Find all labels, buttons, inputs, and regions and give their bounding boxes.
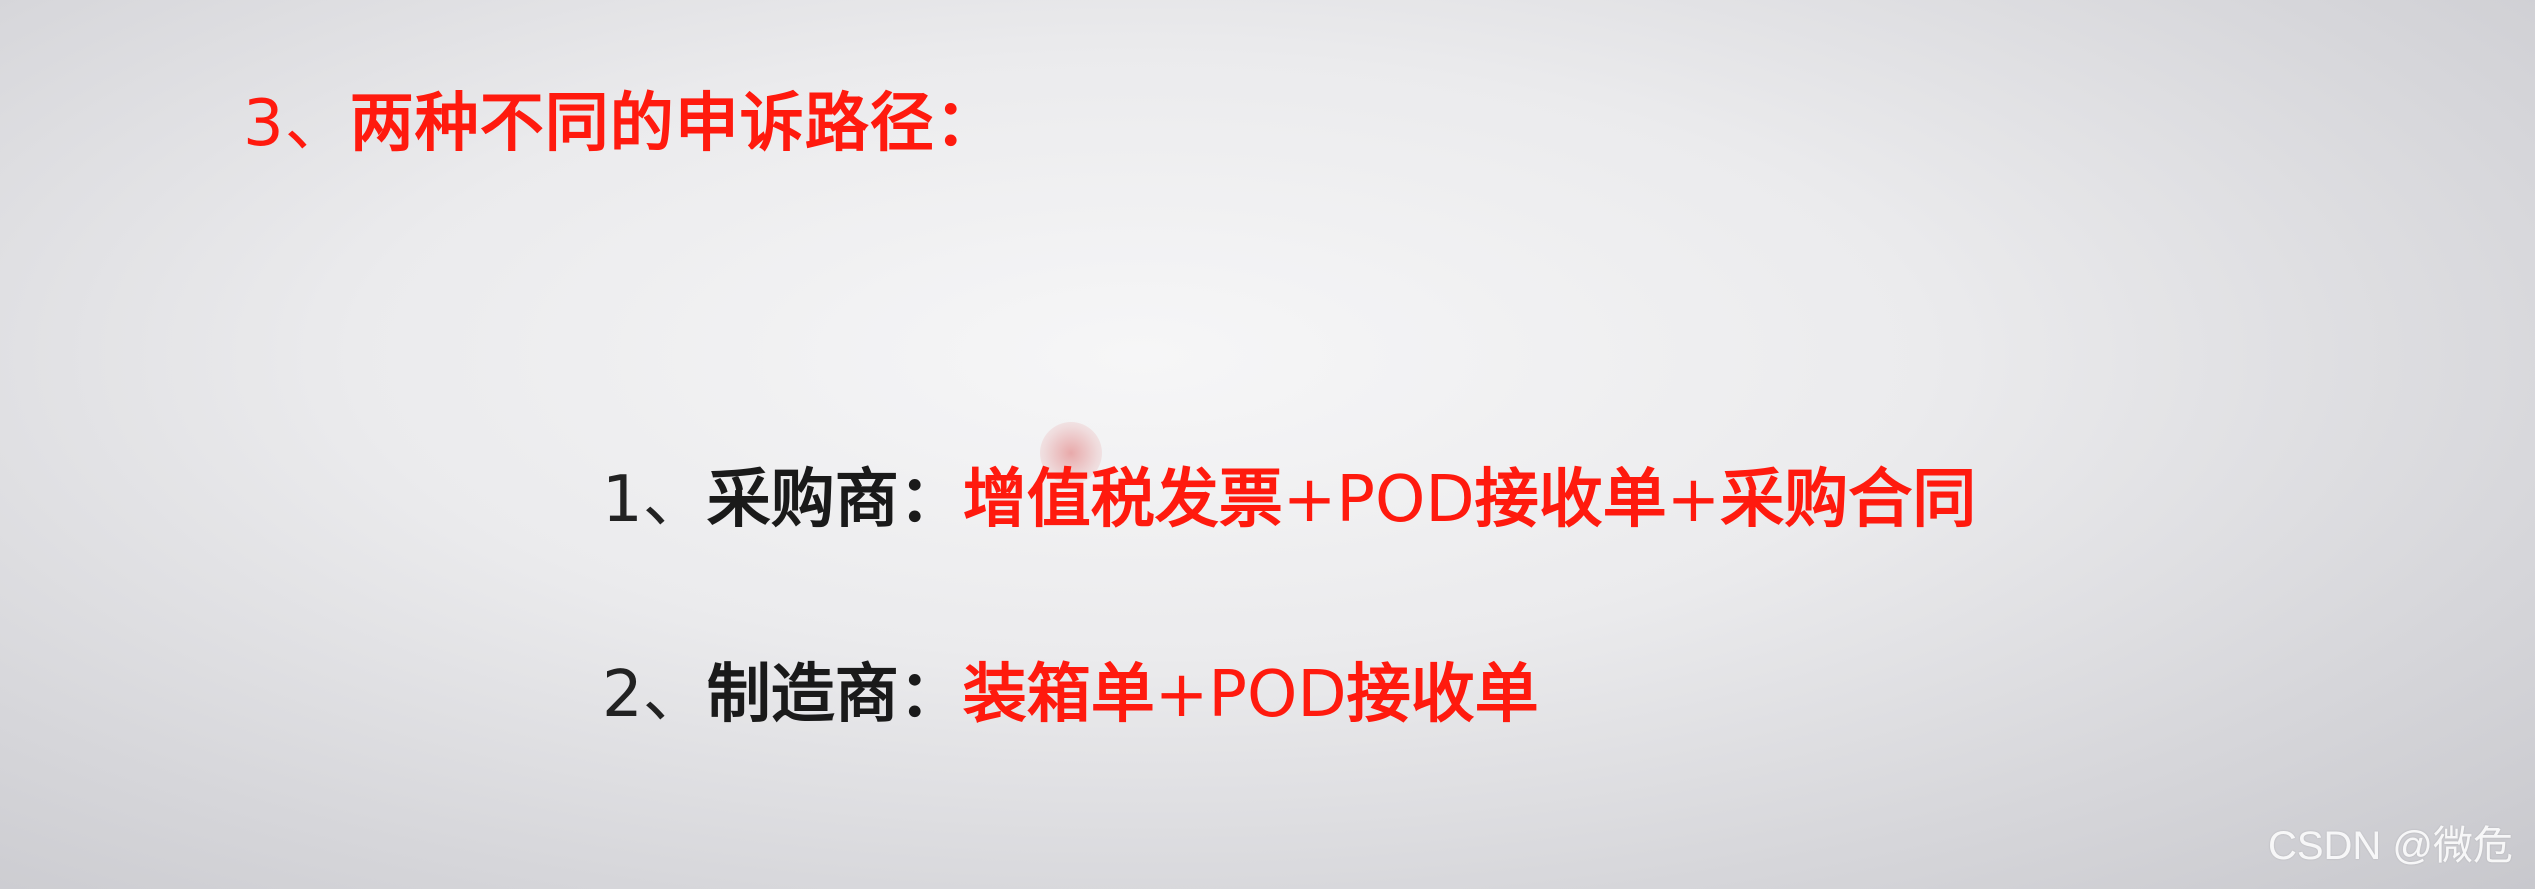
item-party: 制造商：: [706, 658, 963, 732]
item-docs: 增值税发票+POD接收单+采购合同: [963, 448, 1977, 540]
slide-heading: 3、两种不同的申诉路径：: [243, 72, 1000, 164]
list-item: 2、 制造商： 装箱单+POD接收单: [602, 643, 1539, 735]
item-party: 采购商：: [706, 463, 963, 537]
list-item: 1、 采购商： 增值税发票+POD接收单+采购合同: [602, 448, 1976, 540]
doc-part: 接收单: [1474, 463, 1667, 537]
doc-part: 接收单: [1346, 658, 1539, 732]
item-docs: 装箱单+POD接收单: [963, 643, 1539, 735]
doc-part: +POD: [1154, 658, 1347, 732]
doc-part: 装箱单: [962, 658, 1155, 732]
doc-part: 增值税发票: [962, 463, 1283, 537]
doc-part: 采购合同: [1720, 463, 1977, 537]
doc-part: +: [1666, 463, 1721, 537]
item-number: 2、: [602, 658, 707, 732]
heading-number: 3、: [243, 87, 350, 161]
item-number: 1、: [602, 463, 707, 537]
watermark: CSDN @微危: [2267, 824, 2513, 868]
doc-part: +POD: [1282, 463, 1475, 537]
slide: 3、两种不同的申诉路径： 1、 采购商： 增值税发票+POD接收单+采购合同 2…: [0, 0, 2535, 889]
heading-text: 两种不同的申诉路径：: [349, 87, 1000, 161]
